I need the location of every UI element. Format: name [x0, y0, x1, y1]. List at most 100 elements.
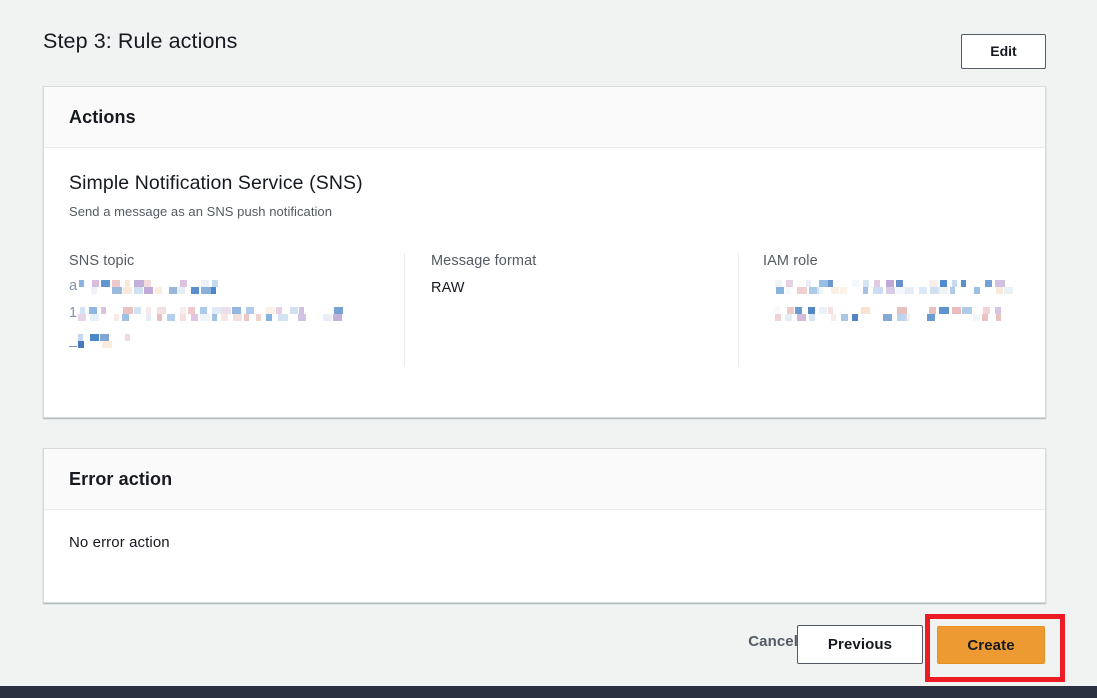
redacted-pixel-block — [929, 280, 938, 287]
action-type-description: Send a message as an SNS push notificati… — [69, 204, 1020, 219]
actions-card-body: Simple Notification Service (SNS) Send a… — [44, 148, 1045, 367]
redacted-pixel-block — [112, 280, 120, 287]
error-action-card-body: No error action — [44, 510, 1045, 575]
redacted-pixel-block — [90, 334, 99, 341]
redacted-pixel-block — [211, 287, 216, 294]
redacted-pixel-block — [982, 314, 988, 321]
cancel-button[interactable]: Cancel — [748, 633, 798, 650]
redacted-pixel-block — [169, 287, 177, 294]
redacted-pixel-block — [996, 287, 1003, 294]
action-type-name: Simple Notification Service (SNS) — [69, 172, 1020, 195]
redacted-pixel-block — [191, 287, 199, 294]
redacted-pixel-block — [808, 307, 815, 314]
redacted-pixel-block — [927, 314, 935, 321]
redacted-pixel-block — [180, 280, 187, 287]
redacted-pixel-block — [996, 314, 1001, 321]
redacted-pixel-block — [246, 307, 254, 314]
redacted-pixel-block — [773, 307, 780, 314]
redacted-pixel-block — [191, 314, 198, 321]
redacted-pixel-block — [919, 287, 927, 294]
redacted-pixel-block — [938, 287, 948, 294]
actions-card-header: Actions — [44, 87, 1045, 148]
redacted-pixel-block — [797, 314, 806, 321]
redacted-pixel-block — [334, 307, 343, 314]
actions-card: Actions Simple Notification Service (SNS… — [43, 86, 1046, 418]
iam-role-label: IAM role — [763, 253, 1052, 269]
redacted-pixel-block — [78, 334, 83, 341]
redacted-pixel-block — [266, 314, 272, 321]
redacted-pixel-block — [828, 307, 833, 314]
redacted-pixel-block — [134, 280, 144, 287]
redacted-pixel-block — [157, 314, 162, 321]
redacted-pixel-block — [985, 280, 992, 287]
redacted-pixel-block — [144, 280, 151, 287]
redacted-pixel-block — [188, 307, 195, 314]
page-title: Step 3: Rule actions — [43, 29, 237, 54]
previous-button[interactable]: Previous — [797, 625, 923, 664]
redacted-pixel-block — [806, 280, 811, 287]
redacted-pixel-block — [797, 287, 807, 294]
redacted-text-line: 1 — [69, 307, 384, 321]
redacted-pixel-block — [809, 314, 815, 321]
redacted-pixel-block — [786, 280, 793, 287]
bottom-chrome-bar — [0, 686, 1097, 698]
redacted-pixel-block — [995, 307, 1001, 314]
redacted-pixel-block — [995, 280, 1005, 287]
redacted-pixel-block — [333, 314, 342, 321]
redacted-pixel-block — [123, 307, 133, 314]
redacted-pixel-block — [883, 314, 892, 321]
message-format-label: Message format — [431, 253, 718, 269]
redacted-pixel-block — [201, 280, 209, 287]
redacted-pixel-block — [266, 307, 275, 314]
redacted-pixel-block — [840, 287, 847, 294]
redacted-pixel-block — [221, 307, 231, 314]
redacted-pixel-block — [962, 307, 972, 314]
redacted-pixel-block — [952, 280, 957, 287]
detail-column-message-format: Message format RAW — [404, 253, 738, 367]
redacted-pixel-block — [874, 280, 880, 287]
redacted-pixel-block — [787, 307, 794, 314]
redacted-pixel-block — [950, 287, 955, 294]
redacted-pixel-block — [886, 280, 894, 287]
redacted-line-lead-char: _ — [69, 334, 77, 348]
redacted-pixel-block — [886, 287, 895, 294]
detail-column-iam-role: IAM role — [738, 253, 1072, 367]
create-button[interactable]: Create — [937, 626, 1045, 664]
redacted-pixel-block — [157, 307, 166, 314]
redacted-pixel-block — [785, 314, 792, 321]
redacted-pixel-block — [233, 314, 242, 321]
redacted-pixel-block — [92, 280, 99, 287]
redacted-pixel-block — [973, 314, 980, 321]
redacted-pixel-block — [180, 307, 186, 314]
detail-column-sns-topic: SNS topic a1_ — [69, 253, 404, 367]
redacted-pixel-block — [200, 314, 210, 321]
redacted-pixel-block — [180, 314, 186, 321]
redacted-line-lead-char: a — [69, 280, 77, 294]
redacted-pixel-block — [146, 314, 151, 321]
redacted-line-lead-char: 1 — [69, 307, 77, 321]
step-header-row: Step 3: Rule actions Edit — [43, 26, 1046, 76]
edit-button[interactable]: Edit — [961, 34, 1046, 69]
redacted-pixel-block — [123, 287, 132, 294]
redacted-pixel-block — [961, 280, 966, 287]
redacted-pixel-block — [905, 287, 914, 294]
redacted-pixel-block — [177, 287, 185, 294]
redacted-pixel-block — [775, 314, 781, 321]
error-action-card-title: Error action — [69, 469, 1020, 490]
redacted-pixel-block — [861, 307, 870, 314]
redacted-pixel-block — [897, 307, 907, 314]
redacted-pixel-block — [276, 307, 282, 314]
redacted-text-line: _ — [69, 334, 384, 348]
redacted-pixel-block — [102, 341, 112, 348]
redacted-pixel-block — [134, 307, 141, 314]
redacted-pixel-block — [89, 307, 97, 314]
redacted-pixel-block — [852, 280, 859, 287]
redacted-pixel-block — [298, 314, 306, 321]
redacted-pixel-block — [125, 334, 130, 341]
redacted-pixel-block — [212, 280, 218, 287]
redacted-pixel-block — [918, 314, 925, 321]
redacted-pixel-block — [101, 307, 106, 314]
redacted-pixel-block — [90, 314, 99, 321]
redacted-pixel-block — [831, 287, 839, 294]
redacted-pixel-block — [101, 280, 110, 287]
